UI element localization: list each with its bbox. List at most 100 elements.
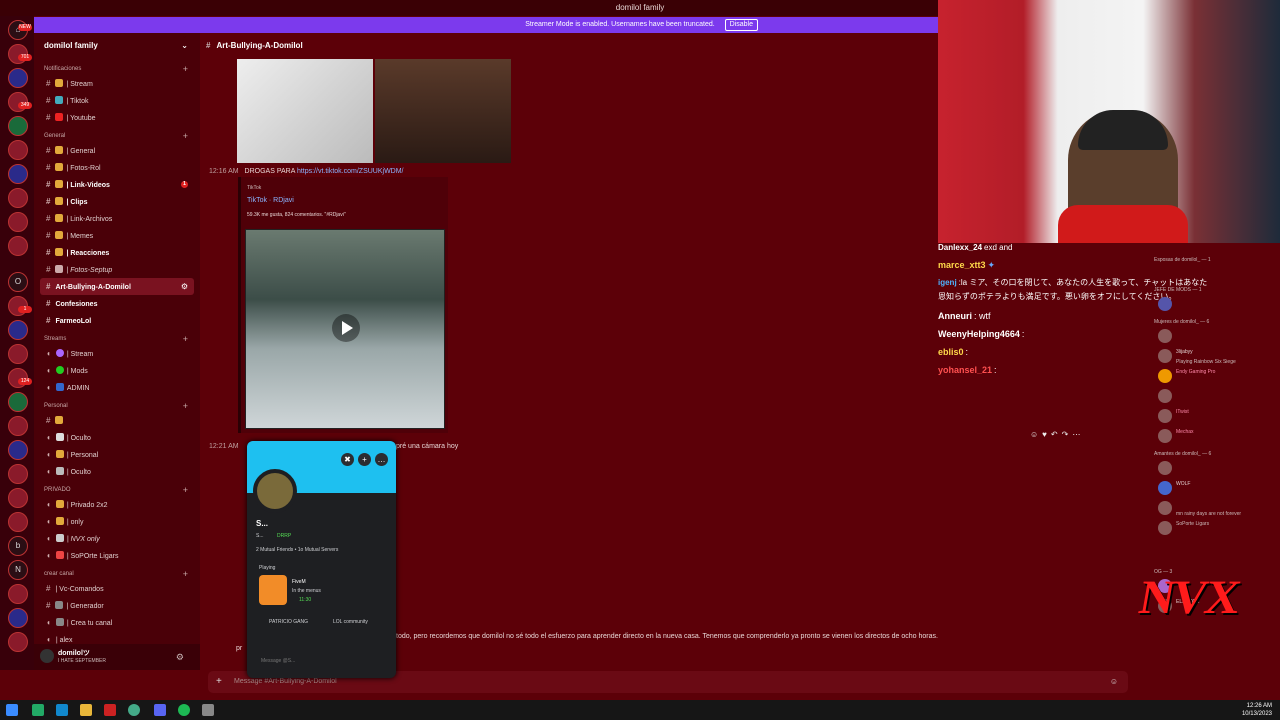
member-item[interactable]: 3lijabyy Playing Rainbow Six Siege xyxy=(1154,347,1280,367)
mutual-info[interactable]: 2 Mutual Friends • 1o Mutual Servers xyxy=(256,547,338,553)
server-icon[interactable] xyxy=(8,236,28,256)
spotify-icon[interactable] xyxy=(178,704,190,716)
channel-general[interactable]: # | General xyxy=(34,142,200,159)
voice-mods[interactable]: ◖ | Mods xyxy=(34,362,200,379)
channel-fotos-rol[interactable]: # | Fotos-Rol xyxy=(34,159,200,176)
server-icon[interactable] xyxy=(8,140,28,160)
more-icon[interactable]: … xyxy=(375,453,388,466)
server-icon[interactable] xyxy=(8,608,28,628)
text-channel-emoji[interactable]: # xyxy=(34,412,200,429)
guild-header[interactable]: domilol family ⌄ xyxy=(34,33,200,59)
app-icon[interactable] xyxy=(32,704,44,716)
chrome-icon[interactable] xyxy=(128,704,140,716)
server-icon[interactable] xyxy=(8,632,28,652)
channel-link-videos[interactable]: # | Link-Videos 1 xyxy=(34,176,200,193)
channel-fotos-septup[interactable]: # | Fotos-Septup xyxy=(34,261,200,278)
server-icon[interactable] xyxy=(8,344,28,364)
voice-comandos[interactable]: # | Vc-Comandos xyxy=(34,580,200,597)
category-crear-canal[interactable]: crear canal + xyxy=(34,568,200,580)
voice-personal[interactable]: ◖ | Personal xyxy=(34,446,200,463)
avatar[interactable] xyxy=(253,469,297,513)
add-channel-icon[interactable]: + xyxy=(183,568,188,580)
channel-art-bullying[interactable]: # Art-Bullying-A-Domilol ⚙ xyxy=(40,278,194,295)
channel-memes[interactable]: # | Memes xyxy=(34,227,200,244)
dm-input[interactable]: Message @S... xyxy=(261,658,295,664)
play-icon[interactable] xyxy=(332,314,360,342)
system-clock[interactable]: 12:26 AM 10/13/2023 xyxy=(1242,702,1272,718)
server-icon[interactable] xyxy=(8,320,28,340)
video-preview[interactable] xyxy=(245,229,445,429)
voice-oculto[interactable]: ◖ | Oculto xyxy=(34,429,200,446)
voice-crea-tu-canal[interactable]: ◖ | Crea tu canal xyxy=(34,614,200,631)
member-item[interactable]: ITwist xyxy=(1154,407,1280,427)
channel-stream[interactable]: # | Stream xyxy=(34,75,200,92)
reply-icon[interactable]: ↶ xyxy=(1051,430,1058,439)
channel-clips[interactable]: # | Clips xyxy=(34,193,200,210)
category-privado[interactable]: PRIVADO + xyxy=(34,484,200,496)
add-friend-icon[interactable]: + xyxy=(358,453,371,466)
category-personal[interactable]: Personal + xyxy=(34,400,200,412)
embed-title[interactable]: TikTok · RDjavi xyxy=(247,197,294,204)
chevron-down-icon[interactable]: ⌄ xyxy=(181,33,188,59)
member-item[interactable] xyxy=(1154,327,1280,347)
close-icon[interactable]: ✖ xyxy=(341,453,354,466)
edge-icon[interactable] xyxy=(56,704,68,716)
channel-link-archivos[interactable]: # | Link-Archivos xyxy=(34,210,200,227)
server-icon[interactable] xyxy=(8,512,28,532)
channel-youtube[interactable]: # | Youtube xyxy=(34,109,200,126)
member-item[interactable]: Endy Gaming Pro xyxy=(1154,367,1280,387)
voice-soporte[interactable]: ◖ | SoPOrte Ligars xyxy=(34,547,200,564)
image-attachment[interactable] xyxy=(237,59,373,163)
add-channel-icon[interactable]: + xyxy=(183,484,188,496)
voice-oculto-2[interactable]: ◖ | Oculto xyxy=(34,463,200,480)
avatar[interactable] xyxy=(40,649,54,663)
server-icon[interactable] xyxy=(8,392,28,412)
server-icon[interactable] xyxy=(8,164,28,184)
add-attachment-icon[interactable]: + xyxy=(216,671,222,693)
category-general[interactable]: General + xyxy=(34,130,200,142)
server-icon[interactable] xyxy=(8,68,28,88)
add-channel-icon[interactable]: + xyxy=(183,130,188,142)
channel-tiktok[interactable]: # | Tiktok xyxy=(34,92,200,109)
voice-stream[interactable]: ◖ | Stream xyxy=(34,345,200,362)
disable-button[interactable]: Disable xyxy=(724,19,758,31)
member-item[interactable] xyxy=(1154,387,1280,407)
member-item[interactable]: mn rainy days are not forever xyxy=(1154,499,1280,519)
server-icon[interactable]: O xyxy=(8,272,28,292)
voice-nvx-only[interactable]: ◖ | NVX only xyxy=(34,530,200,547)
category-notificaciones[interactable]: Notificaciones + xyxy=(34,63,200,75)
image-attachment[interactable] xyxy=(375,59,511,163)
folder-icon[interactable] xyxy=(80,704,92,716)
server-icon[interactable] xyxy=(8,488,28,508)
server-icon[interactable] xyxy=(8,212,28,232)
more-icon[interactable]: ⋯ xyxy=(1072,430,1080,439)
server-icon[interactable] xyxy=(8,464,28,484)
channel-farmeolol[interactable]: # FarmeoLol xyxy=(34,312,200,329)
server-icon[interactable]: b xyxy=(8,536,28,556)
channel-reacciones[interactable]: # | Reacciones xyxy=(34,244,200,261)
add-channel-icon[interactable]: + xyxy=(183,333,188,345)
emoji-icon[interactable]: ☺ xyxy=(1110,671,1118,693)
server-icon[interactable] xyxy=(8,416,28,436)
member-item[interactable]: WOLF xyxy=(1154,479,1280,499)
app-icon[interactable] xyxy=(202,704,214,716)
member-item[interactable] xyxy=(1154,295,1280,315)
member-item[interactable]: Mechax xyxy=(1154,427,1280,447)
server-icon[interactable] xyxy=(8,188,28,208)
add-channel-icon[interactable]: + xyxy=(183,63,188,75)
category-streams[interactable]: Streams + xyxy=(34,333,200,345)
voice-admin[interactable]: ◖ ADMIN xyxy=(34,379,200,396)
server-icon[interactable] xyxy=(8,584,28,604)
settings-gear-icon[interactable]: ⚙ xyxy=(176,652,184,663)
member-item[interactable] xyxy=(1154,459,1280,479)
server-icon[interactable] xyxy=(8,440,28,460)
member-item[interactable]: SoPorte Ligars xyxy=(1154,519,1280,539)
app-icon[interactable] xyxy=(104,704,116,716)
gear-icon[interactable]: ⚙ xyxy=(181,278,188,295)
start-icon[interactable] xyxy=(6,704,18,716)
server-icon[interactable]: N xyxy=(8,560,28,580)
discord-icon[interactable] xyxy=(154,704,166,716)
voice-privado[interactable]: ◖ | Privado 2x2 xyxy=(34,496,200,513)
add-channel-icon[interactable]: + xyxy=(183,400,188,412)
reaction-icon[interactable]: ☺ xyxy=(1030,430,1038,439)
